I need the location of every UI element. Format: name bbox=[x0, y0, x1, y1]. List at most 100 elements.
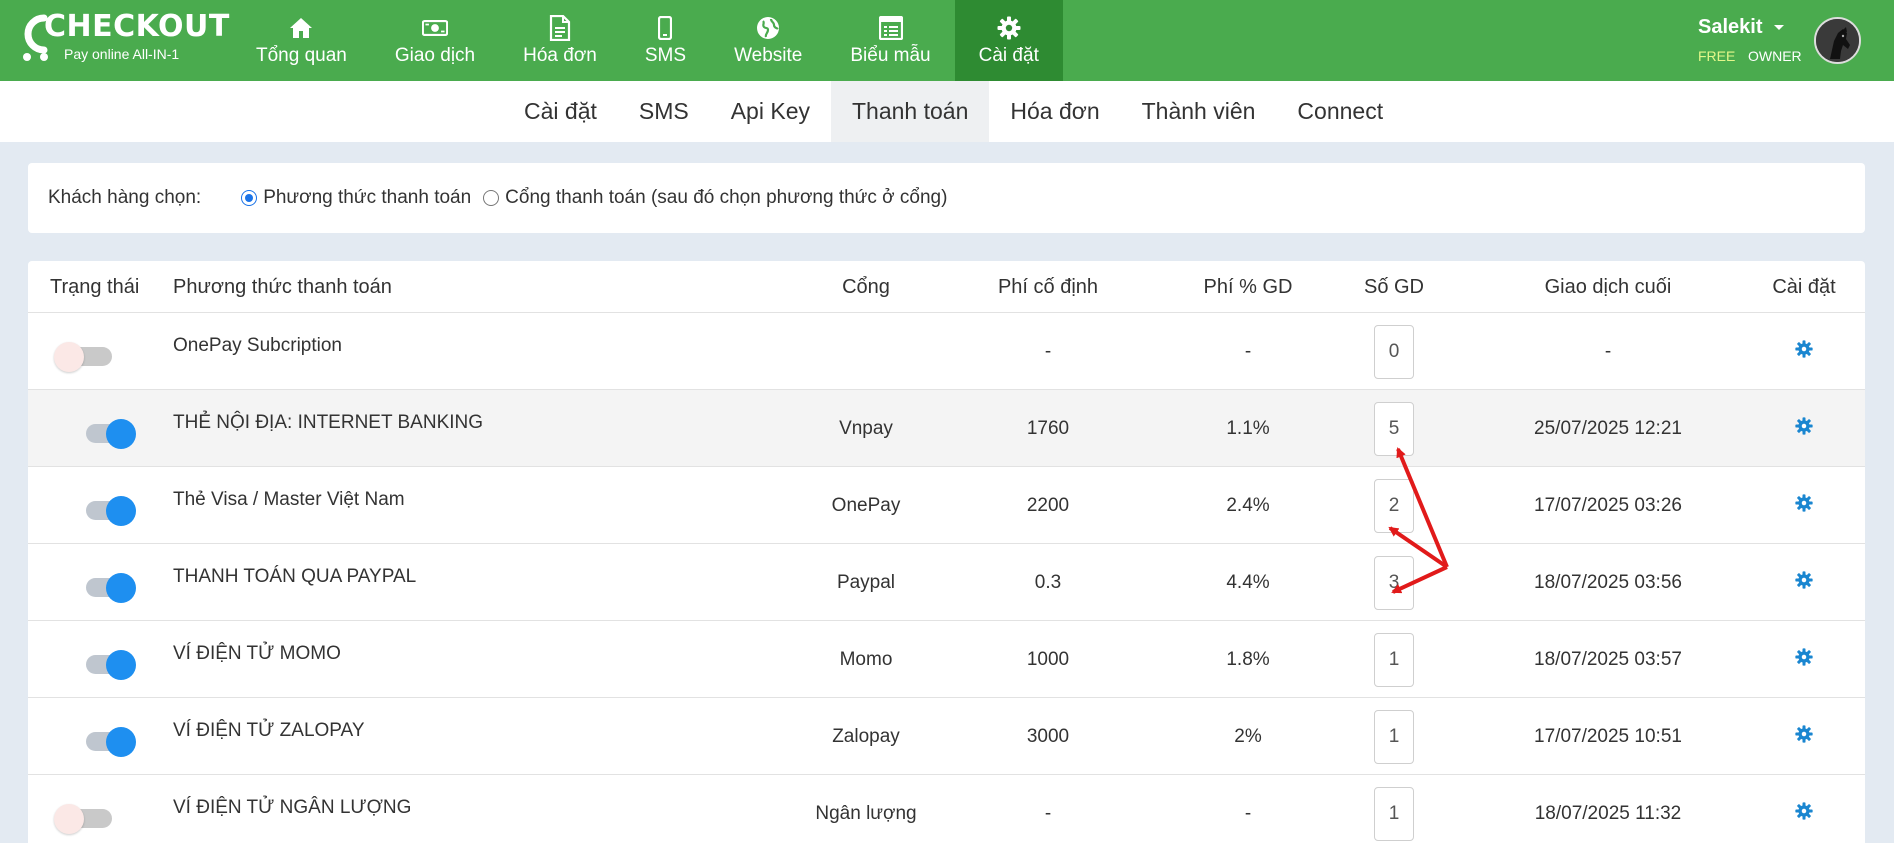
transaction-count[interactable]: 5 bbox=[1374, 401, 1414, 456]
header-count: Số GD bbox=[1363, 276, 1425, 298]
last-transaction: 18/07/2025 03:57 bbox=[1534, 648, 1682, 670]
subnav-tab-0[interactable]: Cài đặt bbox=[503, 81, 618, 142]
subnav-tab-4[interactable]: Hóa đơn bbox=[989, 81, 1120, 142]
customer-choice-label: Khách hàng chọn: bbox=[48, 187, 202, 208]
radio-payment-gateway[interactable]: Cổng thanh toán (sau đó chọn phương thức… bbox=[483, 187, 947, 209]
status-toggle[interactable] bbox=[54, 339, 120, 375]
settings-cell bbox=[1744, 621, 1864, 698]
status-toggle[interactable] bbox=[72, 493, 138, 529]
header-settings: Cài đặt bbox=[1772, 276, 1836, 298]
nav-item-0[interactable]: Tổng quan bbox=[232, 0, 371, 81]
transaction-count[interactable]: 1 bbox=[1374, 632, 1414, 687]
subnav-tab-5[interactable]: Thành viên bbox=[1121, 81, 1277, 142]
last-transaction: 18/07/2025 03:56 bbox=[1534, 571, 1682, 593]
toggle-knob bbox=[54, 804, 84, 834]
gateway-name: Ngân lượng bbox=[815, 802, 917, 824]
gateway-name: Zalopay bbox=[832, 725, 900, 747]
percent-fee: - bbox=[1244, 340, 1252, 362]
gear-icon[interactable] bbox=[1795, 647, 1813, 672]
count-cell: 1 bbox=[1328, 621, 1460, 698]
radio-button[interactable] bbox=[483, 190, 500, 206]
subnav-tab-2[interactable]: Api Key bbox=[710, 81, 831, 142]
method-name: OnePay Subcription bbox=[173, 335, 342, 356]
transaction-count[interactable]: 0 bbox=[1374, 324, 1414, 379]
count-cell: 1 bbox=[1328, 775, 1460, 843]
gear-icon[interactable] bbox=[1795, 493, 1813, 518]
status-toggle[interactable] bbox=[54, 801, 120, 837]
toggle-knob bbox=[106, 650, 136, 680]
role-badge: OWNER bbox=[1748, 48, 1802, 64]
customer-choice-card: Khách hàng chọn: Phương thức thanh toán … bbox=[28, 163, 1865, 233]
table-row: Thẻ Visa / Master Việt Nam OnePay 2200 2.4%… bbox=[28, 467, 1865, 544]
nav-item-label: Tổng quan bbox=[256, 44, 347, 66]
money-icon bbox=[422, 15, 448, 41]
method-name: VÍ ĐIỆN TỬ NGÂN LƯỢNG bbox=[173, 797, 412, 818]
table-row: VÍ ĐIỆN TỬ MOMO Momo 1000 1.8% 18/07/2025 03… bbox=[28, 621, 1865, 698]
toggle-knob bbox=[106, 573, 136, 603]
count-cell: 5 bbox=[1328, 390, 1460, 467]
subnav-tab-6[interactable]: Connect bbox=[1276, 81, 1404, 142]
nav-item-1[interactable]: Giao dịch bbox=[371, 0, 499, 81]
nav-item-label: SMS bbox=[644, 44, 687, 66]
fixed-fee: - bbox=[1044, 340, 1052, 362]
status-toggle[interactable] bbox=[72, 416, 138, 452]
fixed-fee: 1760 bbox=[1026, 417, 1070, 439]
header-last-transaction: Giao dịch cuối bbox=[1544, 276, 1672, 298]
transaction-count[interactable]: 1 bbox=[1374, 709, 1414, 764]
nav-item-6[interactable]: Cài đặt bbox=[954, 0, 1063, 81]
gear-icon[interactable] bbox=[1795, 570, 1813, 595]
radio-button[interactable] bbox=[241, 190, 258, 206]
subnav-tab-3[interactable]: Thanh toán bbox=[830, 81, 990, 142]
gear-icon[interactable] bbox=[1795, 339, 1813, 364]
count-cell: 1 bbox=[1328, 698, 1460, 775]
status-toggle[interactable] bbox=[72, 724, 138, 760]
last-transaction: 25/07/2025 12:21 bbox=[1534, 417, 1682, 439]
gateway-name: Momo bbox=[839, 648, 893, 670]
gear-icon[interactable] bbox=[1795, 801, 1813, 826]
toggle-knob bbox=[106, 419, 136, 449]
nav-item-2[interactable]: Hóa đơn bbox=[499, 0, 621, 81]
transaction-count[interactable]: 1 bbox=[1374, 786, 1414, 841]
top-navbar: CHECKOUT Pay online All-IN-1 Tổng quan Gi… bbox=[0, 0, 1894, 81]
transaction-count[interactable]: 2 bbox=[1374, 478, 1414, 533]
toggle-knob bbox=[54, 342, 84, 372]
last-transaction: 17/07/2025 03:26 bbox=[1534, 494, 1682, 516]
nav-item-5[interactable]: Biểu mẫu bbox=[826, 0, 954, 81]
gear-icon[interactable] bbox=[1795, 724, 1813, 749]
radio-label: Cổng thanh toán (sau đó chọn phương thức… bbox=[505, 187, 948, 208]
percent-fee: 1.8% bbox=[1226, 648, 1270, 670]
last-transaction: - bbox=[1604, 340, 1612, 362]
settings-cell bbox=[1744, 698, 1864, 775]
radio-payment-method[interactable]: Phương thức thanh toán bbox=[241, 187, 471, 209]
percent-fee: 1.1% bbox=[1226, 417, 1270, 439]
checkout-logo[interactable]: CHECKOUT Pay online All-IN-1 bbox=[18, 10, 229, 66]
status-toggle[interactable] bbox=[72, 647, 138, 683]
last-transaction: 18/07/2025 11:32 bbox=[1534, 802, 1682, 824]
gateway-name bbox=[786, 313, 946, 390]
globe-icon bbox=[755, 15, 781, 41]
table-row: VÍ ĐIỆN TỬ ZALOPAY Zalopay 3000 2% 17/07/202… bbox=[28, 698, 1865, 775]
count-cell: 0 bbox=[1328, 313, 1460, 390]
settings-cell bbox=[1744, 390, 1864, 467]
main-nav: Tổng quan Giao dịch Hóa đơn SMS Website Biểu … bbox=[232, 0, 1063, 81]
method-name: THẺ NỘI ĐỊA: INTERNET BANKING bbox=[173, 412, 484, 433]
header-fixed-fee: Phí cố định bbox=[997, 276, 1099, 298]
percent-fee: 2% bbox=[1234, 725, 1262, 747]
count-cell: 2 bbox=[1328, 467, 1460, 544]
table-row: OnePay Subcription - - - 0 bbox=[28, 313, 1865, 390]
nav-item-3[interactable]: SMS bbox=[621, 0, 710, 81]
method-name: VÍ ĐIỆN TỬ MOMO bbox=[173, 643, 341, 664]
user-name[interactable]: Salekit bbox=[1698, 14, 1762, 40]
subnav-tab-1[interactable]: SMS bbox=[618, 81, 710, 142]
transaction-count[interactable]: 3 bbox=[1374, 555, 1414, 610]
settings-cell bbox=[1744, 467, 1864, 544]
chevron-down-icon[interactable] bbox=[1774, 25, 1784, 30]
payment-methods-table: Trạng thái Phương thức thanh toán Cổng P… bbox=[28, 261, 1865, 843]
header-gateway: Cổng bbox=[842, 276, 890, 298]
status-toggle[interactable] bbox=[72, 570, 138, 606]
table-row: VÍ ĐIỆN TỬ NGÂN LƯỢNG Ngân lượng - - 18/07/2… bbox=[28, 775, 1865, 843]
user-menu[interactable]: Salekit FREE OWNER bbox=[1698, 14, 1808, 70]
nav-item-4[interactable]: Website bbox=[710, 0, 826, 81]
gear-icon[interactable] bbox=[1795, 416, 1813, 441]
avatar[interactable] bbox=[1814, 17, 1861, 64]
